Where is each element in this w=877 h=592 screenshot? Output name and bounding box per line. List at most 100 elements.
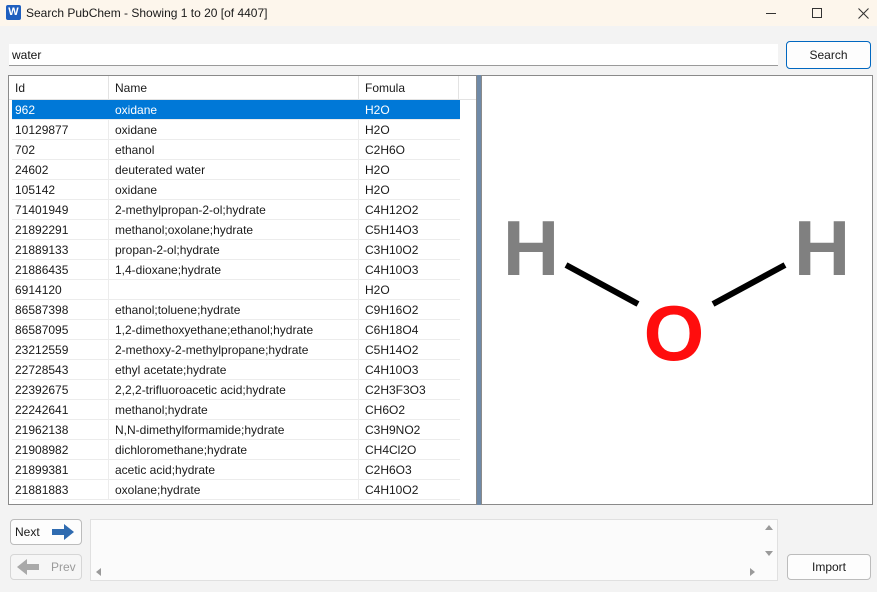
table-row[interactable]: 86587398 ethanol;toluene;hydrate C9H16O2 <box>12 300 460 320</box>
cell-name: N,N-dimethylformamide;hydrate <box>109 420 359 439</box>
scroll-left-icon[interactable] <box>93 566 105 578</box>
table-row[interactable]: 21962138 N,N-dimethylformamide;hydrate C3H… <box>12 420 460 440</box>
cell-id: 21889133 <box>12 240 109 259</box>
table-vertical-scrollbar[interactable] <box>468 100 476 504</box>
bond-left <box>564 262 640 307</box>
next-page-button[interactable]: Next <box>10 519 82 545</box>
cell-formula: C4H10O3 <box>365 363 419 377</box>
search-button[interactable]: Search <box>786 41 871 69</box>
cell-name: dichloromethane;hydrate <box>109 440 359 459</box>
column-header-formula[interactable]: Fomula <box>359 76 459 100</box>
cell-formula: C3H9NO2 <box>365 423 421 437</box>
cell-name: oxolane;hydrate <box>109 480 359 499</box>
bond-right <box>711 262 787 307</box>
cell-name: 1,4-dioxane;hydrate <box>109 260 359 279</box>
maximize-button[interactable] <box>794 0 840 26</box>
table-row[interactable]: 21886435 1,4-dioxane;hydrate C4H10O3 <box>12 260 460 280</box>
column-header-filler <box>459 76 476 100</box>
atom-hydrogen-right: H <box>794 204 850 292</box>
cell-formula: C5H14O2 <box>365 343 419 357</box>
cell-name: oxidane <box>109 100 359 119</box>
cell-formula: H2O <box>365 183 390 197</box>
cell-formula: C4H10O3 <box>365 263 419 277</box>
cell-formula: C9H16O2 <box>365 303 419 317</box>
cell-formula: C6H18O4 <box>365 323 419 337</box>
title-bar: W Search PubChem - Showing 1 to 20 [of 4… <box>0 0 877 26</box>
cell-formula: C2H6O3 <box>365 463 412 477</box>
table-row[interactable]: 21908982 dichloromethane;hydrate CH4Cl2O <box>12 440 460 460</box>
prev-page-button[interactable]: Prev <box>10 554 82 580</box>
cell-id: 105142 <box>12 180 109 199</box>
table-row[interactable]: 23212559 2-methoxy-2-methylpropane;hydrat… <box>12 340 460 360</box>
arrow-left-icon <box>17 559 39 575</box>
cell-id: 21899381 <box>12 460 109 479</box>
table-row[interactable]: 71401949 2-methylpropan-2-ol;hydrate C4H12… <box>12 200 460 220</box>
cell-id: 962 <box>12 100 109 119</box>
cell-id: 22242641 <box>12 400 109 419</box>
table-row[interactable]: 22392675 2,2,2-trifluoroacetic acid;hydra… <box>12 380 460 400</box>
cell-id: 21962138 <box>12 420 109 439</box>
cell-name: oxidane <box>109 120 359 139</box>
cell-name: deuterated water <box>109 160 359 179</box>
table-row[interactable]: 105142 oxidane H2O <box>12 180 460 200</box>
cell-formula: H2O <box>365 283 390 297</box>
cell-name: acetic acid;hydrate <box>109 460 359 479</box>
minimize-button[interactable] <box>748 0 794 26</box>
cell-name: 2,2,2-trifluoroacetic acid;hydrate <box>109 380 359 399</box>
cell-id: 22392675 <box>12 380 109 399</box>
cell-id: 86587095 <box>12 320 109 339</box>
table-row[interactable]: 702 ethanol C2H6O <box>12 140 460 160</box>
maximize-icon <box>812 8 822 18</box>
cell-id: 21892291 <box>12 220 109 239</box>
table-row[interactable]: 21899381 acetic acid;hydrate C2H6O3 <box>12 460 460 480</box>
table-row[interactable]: 10129877 oxidane H2O <box>12 120 460 140</box>
cell-name: 2-methylpropan-2-ol;hydrate <box>109 200 359 219</box>
cell-id: 24602 <box>12 160 109 179</box>
scroll-down-icon[interactable] <box>763 547 775 559</box>
window-title: Search PubChem - Showing 1 to 20 [of 440… <box>26 6 268 20</box>
import-button[interactable]: Import <box>787 554 871 580</box>
table-row[interactable]: 6914120 H2O <box>12 280 460 300</box>
cell-formula: C3H10O2 <box>365 243 419 257</box>
table-row[interactable]: 21881883 oxolane;hydrate C4H10O2 <box>12 480 460 500</box>
table-row[interactable]: 21889133 propan-2-ol;hydrate C3H10O2 <box>12 240 460 260</box>
cell-formula: C2H3F3O3 <box>365 383 426 397</box>
cell-id: 702 <box>12 140 109 159</box>
cell-formula: H2O <box>365 103 390 117</box>
cell-formula: H2O <box>365 123 390 137</box>
cell-name: oxidane <box>109 180 359 199</box>
cell-formula: C4H12O2 <box>365 203 419 217</box>
cell-name: ethanol;toluene;hydrate <box>109 300 359 319</box>
molecule-drawing: H O H <box>503 204 850 377</box>
cell-formula: H2O <box>365 163 390 177</box>
cell-formula: C4H10O2 <box>365 483 419 497</box>
table-row[interactable]: 86587095 1,2-dimethoxyethane;ethanol;hydr… <box>12 320 460 340</box>
close-button[interactable] <box>840 0 877 26</box>
table-row[interactable]: 24602 deuterated water H2O <box>12 160 460 180</box>
scroll-right-icon[interactable] <box>746 566 758 578</box>
atom-oxygen: O <box>644 289 705 377</box>
atom-hydrogen-left: H <box>503 204 559 292</box>
results-table: Id Name Fomula 962 oxidane H2O 10129877 oxid… <box>8 75 477 505</box>
search-input[interactable] <box>9 44 778 66</box>
next-label: Next <box>15 525 40 539</box>
table-header: Id Name Fomula <box>9 76 476 100</box>
cell-id: 21881883 <box>12 480 109 499</box>
scroll-up-icon[interactable] <box>763 522 775 534</box>
cell-id: 21908982 <box>12 440 109 459</box>
cell-formula: CH4Cl2O <box>365 443 417 457</box>
table-row[interactable]: 962 oxidane H2O <box>12 100 460 120</box>
table-row[interactable]: 22728543 ethyl acetate;hydrate C4H10O3 <box>12 360 460 380</box>
cell-formula: CH6O2 <box>365 403 406 417</box>
table-row[interactable]: 21892291 methanol;oxolane;hydrate C5H14O3 <box>12 220 460 240</box>
details-text-area[interactable] <box>90 519 778 581</box>
table-row[interactable]: 22242641 methanol;hydrate CH6O2 <box>12 400 460 420</box>
close-icon <box>857 7 869 19</box>
column-header-id[interactable]: Id <box>9 76 109 100</box>
app-icon: W <box>6 5 21 20</box>
column-header-name[interactable]: Name <box>109 76 359 100</box>
cell-id: 86587398 <box>12 300 109 319</box>
cell-name: ethanol <box>109 140 359 159</box>
cell-name <box>109 280 359 299</box>
table-body: 962 oxidane H2O 10129877 oxidane H2O 702 ethano… <box>12 100 460 500</box>
